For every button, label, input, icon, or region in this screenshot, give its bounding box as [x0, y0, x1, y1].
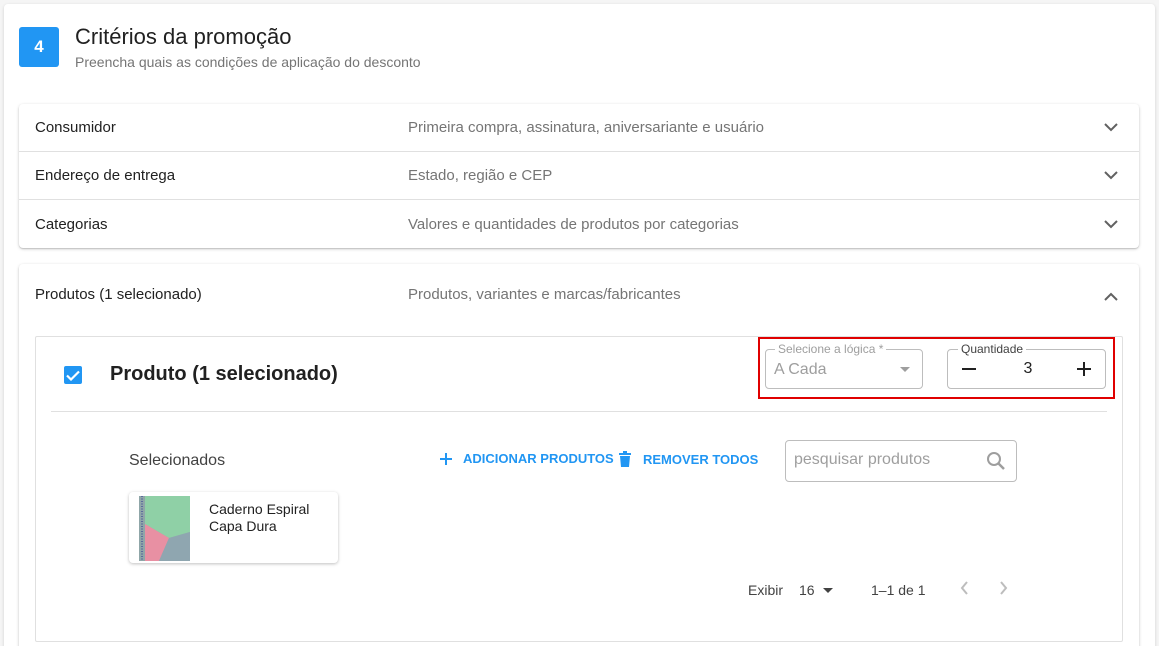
search-input[interactable]: [794, 451, 984, 469]
section-title: Critérios da promoção: [75, 24, 292, 49]
add-products-label: ADICIONAR PRODUTOS: [463, 451, 614, 466]
chevron-left-icon[interactable]: [959, 580, 969, 599]
panel-produtos-header[interactable]: Produtos (1 selecionado) Produtos, varia…: [19, 264, 1139, 328]
product-criteria-box: Produto (1 selecionado) Selecione a lógi…: [35, 336, 1123, 642]
product-item-name: Caderno Espiral Capa Dura: [209, 501, 310, 534]
panel-label: Endereço de entrega: [35, 167, 176, 184]
search-icon[interactable]: [986, 451, 1006, 476]
page-size-select[interactable]: 16: [799, 582, 833, 598]
plus-icon: [440, 452, 452, 465]
quantity-label: Quantidade: [958, 342, 1027, 356]
page-size-value: 16: [799, 582, 815, 598]
panel-description: Produtos, variantes e marcas/fabricantes: [408, 286, 681, 303]
panel-endereco-entrega[interactable]: Endereço de entrega Estado, região e CEP: [19, 152, 1139, 200]
panel-consumidor[interactable]: Consumidor Primeira compra, assinatura, …: [19, 104, 1139, 152]
logic-select-value: A Cada: [774, 361, 827, 378]
panel-produtos: Produtos (1 selecionado) Produtos, varia…: [19, 264, 1139, 646]
panel-label: Produtos (1 selecionado): [35, 286, 202, 303]
panel-categorias[interactable]: Categorias Valores e quantidades de prod…: [19, 200, 1139, 248]
remove-all-label: REMOVER TODOS: [643, 451, 759, 467]
panel-label: Consumidor: [35, 119, 116, 136]
dropdown-arrow-icon: [900, 367, 910, 372]
quantity-stepper[interactable]: Quantidade 3: [947, 342, 1106, 389]
check-icon: [66, 370, 80, 381]
panel-description: Valores e quantidades de produtos por ca…: [408, 215, 739, 233]
add-products-button[interactable]: ADICIONAR PRODUTOS: [439, 451, 614, 466]
panel-description: Estado, região e CEP: [408, 167, 553, 184]
remove-all-button[interactable]: REMOVER TODOS: [619, 451, 758, 467]
step-number-badge: 4: [19, 27, 59, 67]
logic-select-label: Selecione a lógica *: [775, 342, 887, 356]
chevron-down-icon[interactable]: [1099, 116, 1123, 140]
divider: [51, 411, 1107, 412]
chevron-down-icon[interactable]: [1099, 212, 1123, 236]
criteria-panel-group: Consumidor Primeira compra, assinatura, …: [19, 104, 1139, 248]
selected-products-label: Selecionados: [129, 452, 226, 469]
promotion-criteria-card: 4 Critérios da promoção Preencha quais a…: [4, 4, 1155, 646]
minus-icon[interactable]: [960, 360, 978, 378]
chevron-right-icon[interactable]: [999, 580, 1009, 599]
product-item-card[interactable]: Caderno Espiral Capa Dura: [129, 492, 338, 563]
chevron-up-icon[interactable]: [1099, 284, 1123, 308]
product-thumbnail: [139, 496, 190, 561]
logic-select[interactable]: Selecione a lógica * A Cada: [765, 342, 923, 389]
pagination-range: 1–1 de 1: [871, 582, 926, 598]
search-products-field[interactable]: [785, 440, 1017, 482]
panel-label: Categorias: [35, 215, 108, 233]
dropdown-arrow-icon: [822, 587, 833, 593]
product-block-title: Produto (1 selecionado): [110, 363, 338, 385]
chevron-down-icon[interactable]: [1099, 164, 1123, 188]
trash-icon: [619, 451, 631, 467]
plus-icon[interactable]: [1075, 360, 1093, 378]
section-subtitle: Preencha quais as condições de aplicação…: [75, 54, 421, 70]
quantity-value[interactable]: 3: [1016, 360, 1040, 378]
pagination-label: Exibir: [748, 582, 784, 598]
panel-description: Primeira compra, assinatura, aniversaria…: [408, 119, 764, 136]
product-checkbox[interactable]: [64, 366, 82, 384]
